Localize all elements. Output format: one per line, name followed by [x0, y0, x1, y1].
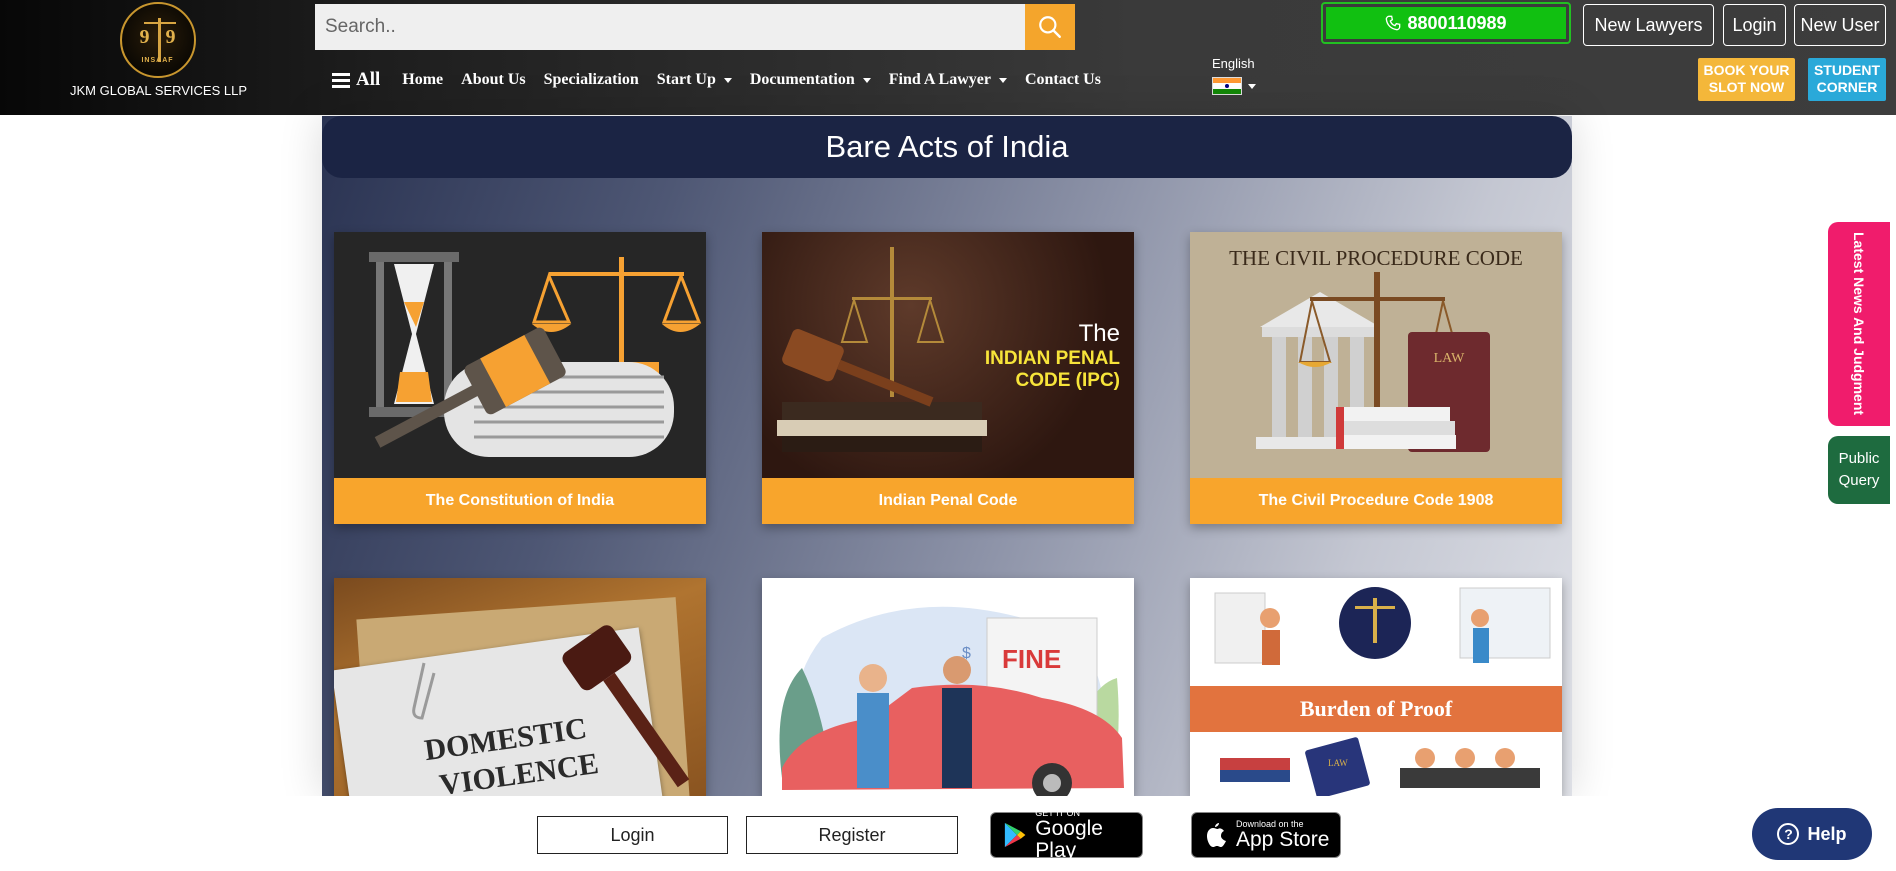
chevron-down-icon [1248, 84, 1256, 89]
search-bar [315, 4, 1075, 50]
phone-number: 8800110989 [1407, 12, 1507, 33]
student-corner-button[interactable]: STUDENT CORNER [1808, 58, 1886, 101]
nav-start-up[interactable]: Start Up [657, 71, 732, 89]
phone-call-button[interactable]: 8800110989 [1321, 2, 1571, 44]
courthouse-scales-icon: LAW [1256, 272, 1490, 452]
card-ipc-label: Indian Penal Code [762, 478, 1134, 524]
india-flag-icon [1212, 77, 1242, 95]
nav-about-us[interactable]: About Us [461, 71, 525, 89]
emblem-number-right: 9 [165, 26, 176, 48]
emblem-text: INSAAF [141, 57, 174, 64]
ipc-img-text-the: The [1078, 320, 1120, 347]
burden-of-proof-image: Burden of Proof LAW [1190, 578, 1562, 796]
domestic-violence-image: DOMESTIC VIOLENCE [334, 578, 706, 796]
burden-img-title: Burden of Proof [1299, 696, 1453, 721]
nav-documentation-label: Documentation [749, 71, 855, 88]
new-user-button[interactable]: New User [1794, 4, 1886, 46]
app-store-big: App Store [1236, 828, 1330, 851]
page-title: Bare Acts of India [322, 116, 1572, 178]
google-play-badge[interactable]: GET IT ON Google Play [990, 808, 1143, 862]
ipc-img-text-line1: INDIAN PENAL [984, 348, 1120, 369]
nav-specialization[interactable]: Specialization [544, 71, 639, 89]
hamburger-icon [332, 73, 350, 88]
language-label: English [1212, 56, 1255, 71]
book-slot-line1: BOOK YOUR [1703, 62, 1790, 78]
traffic-fine-image: FINE $ [762, 578, 1134, 796]
cpc-img-law: LAW [1434, 351, 1466, 366]
book-slot-button[interactable]: BOOK YOUR SLOT NOW [1698, 58, 1795, 101]
search-button[interactable] [1025, 4, 1075, 50]
nav-home[interactable]: Home [402, 71, 443, 89]
card-civil-procedure-code[interactable]: THE CIVIL PROCEDURE CODE LAW The Civil P… [1190, 232, 1562, 524]
burden-proof-illustration-icon [1190, 587, 1562, 796]
card-cpc-label: The Civil Procedure Code 1908 [1190, 478, 1562, 524]
question-icon: ? [1777, 823, 1800, 845]
latest-news-tab[interactable]: Latest News And Judgment [1828, 222, 1890, 426]
public-query-line2: Query [1838, 472, 1880, 489]
book-slot-line2: SLOT NOW [1708, 79, 1785, 95]
help-label: Help [1807, 823, 1847, 844]
google-play-icon [1004, 822, 1026, 848]
card-constitution-label: The Constitution of India [334, 478, 706, 524]
student-line2: CORNER [1816, 79, 1878, 95]
brand-name: JKM GLOBAL SERVICES LLP [70, 83, 248, 98]
nav-find-lawyer-label: Find A Lawyer [888, 71, 991, 88]
cpc-image: THE CIVIL PROCEDURE CODE LAW [1190, 232, 1562, 478]
emblem-number-left: 9 [139, 26, 150, 48]
google-play-big: Google Play [1035, 817, 1103, 862]
footer-register-button[interactable]: Register [746, 816, 958, 854]
nav-specialization-label: Specialization [543, 71, 639, 88]
card-constitution[interactable]: The Constitution of India [334, 232, 706, 524]
app-store-badge[interactable]: Download on the App Store [1191, 812, 1341, 858]
apple-icon [1207, 823, 1226, 847]
nav-about-label: About Us [461, 71, 526, 88]
chevron-down-icon [862, 77, 871, 83]
ipc-img-text-line2: CODE (IPC) [1015, 370, 1121, 391]
help-button[interactable]: ? Help [1752, 808, 1872, 860]
nav-home-label: Home [402, 71, 444, 88]
card-domestic-violence[interactable]: DOMESTIC VIOLENCE [334, 578, 706, 796]
public-query-tab[interactable]: Public Query [1828, 436, 1890, 504]
bottom-bar: Login Register GET IT ON Google Play Dow… [0, 796, 1896, 871]
main-nav: All Home About Us Specialization Start U… [332, 62, 1119, 98]
new-lawyers-button[interactable]: New Lawyers [1583, 4, 1714, 46]
hourglass-gavel-icon [369, 252, 702, 457]
scales-emblem-icon: 9 9 INSAAF [119, 2, 196, 78]
footer-login-button[interactable]: Login [537, 816, 728, 854]
phone-icon [1386, 15, 1401, 31]
fine-car-police-icon: FINE $ [779, 606, 1124, 796]
all-menu-button[interactable]: All [332, 69, 380, 91]
fine-img-text: FINE [1002, 644, 1061, 674]
bare-acts-panel: Bare Acts of India The Constitution of I… [322, 116, 1572, 796]
search-input[interactable] [315, 4, 1025, 50]
nav-find-a-lawyer[interactable]: Find A Lawyer [889, 71, 1007, 89]
nav-startup-label: Start Up [656, 71, 716, 88]
search-icon [1039, 16, 1061, 38]
burden-img-law: LAW [1328, 758, 1348, 768]
card-burden-of-proof[interactable]: Burden of Proof LAW [1190, 578, 1562, 796]
ipc-image: The INDIAN PENAL CODE (IPC) [762, 232, 1134, 478]
nav-contact-label: Contact Us [1024, 71, 1101, 88]
gavel-paperclip-icon [412, 625, 690, 788]
student-line1: STUDENT [1813, 62, 1881, 78]
language-selector[interactable]: English [1212, 56, 1256, 95]
chevron-down-icon [723, 77, 732, 83]
constitution-image [334, 232, 706, 478]
nav-documentation[interactable]: Documentation [750, 71, 871, 89]
card-indian-penal-code[interactable]: The INDIAN PENAL CODE (IPC) Indian Penal… [762, 232, 1134, 524]
card-traffic-fine[interactable]: FINE $ [762, 578, 1134, 796]
all-menu-label: All [356, 69, 381, 90]
brand-logo[interactable]: 9 9 INSAAF JKM GLOBAL SERVICES LLP [70, 2, 248, 98]
chevron-down-icon [998, 77, 1007, 83]
public-query-line1: Public [1838, 450, 1880, 467]
nav-contact-us[interactable]: Contact Us [1025, 71, 1101, 89]
login-button[interactable]: Login [1723, 4, 1786, 46]
top-header: 9 9 INSAAF JKM GLOBAL SERVICES LLP 88001… [0, 0, 1896, 115]
